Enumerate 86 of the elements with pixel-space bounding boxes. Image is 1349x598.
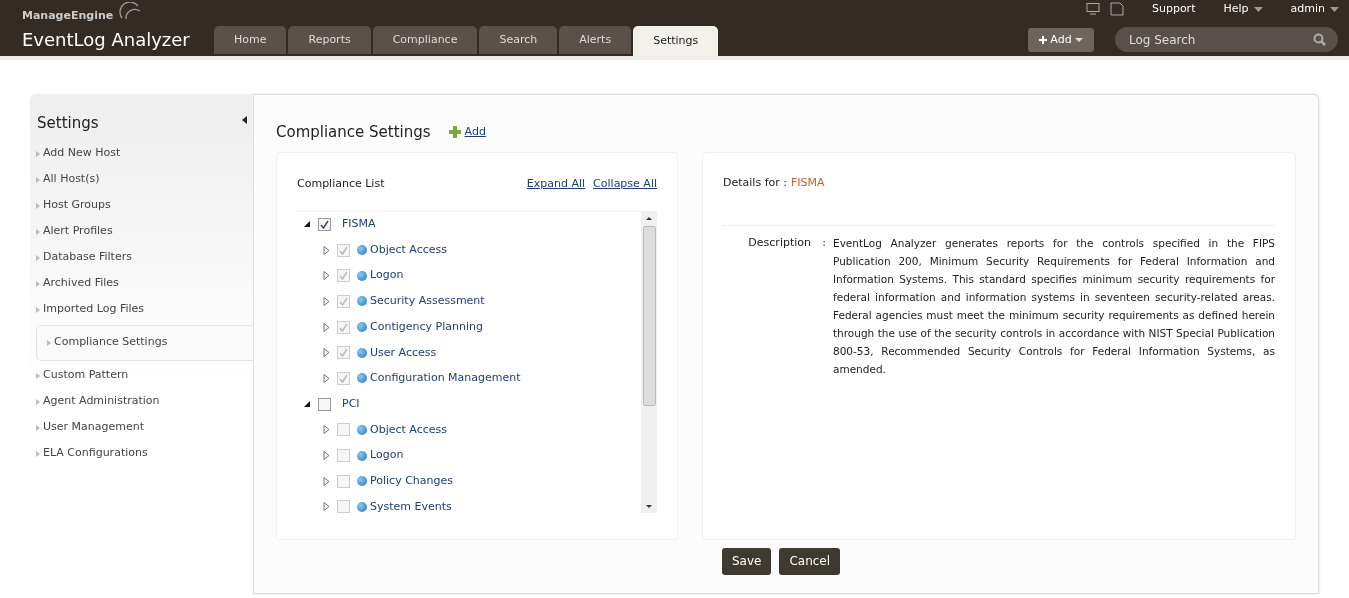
tree-node[interactable]: Contigency Planning	[303, 314, 635, 340]
description-label: Description	[747, 234, 812, 251]
product-title: EventLog Analyzer	[22, 28, 190, 52]
nav-tab[interactable]: Settings	[633, 26, 719, 56]
separator: :	[821, 234, 827, 251]
plus-icon	[448, 126, 461, 139]
checkbox[interactable]	[337, 243, 350, 257]
tree-node[interactable]: Logon	[303, 262, 635, 289]
tree-node[interactable]: FISMA	[303, 211, 635, 238]
nav-tab[interactable]: Home	[214, 26, 287, 54]
log-search-field[interactable]: Log Search	[1115, 27, 1338, 52]
collapse-icon[interactable]	[242, 116, 247, 124]
checkbox[interactable]	[337, 449, 350, 463]
sidebar-item[interactable]: Database Filters	[36, 244, 253, 271]
expand-toggle-icon[interactable]	[323, 271, 330, 281]
checkbox[interactable]	[337, 346, 350, 360]
tree-node[interactable]: Object Access	[303, 237, 635, 263]
sidebar-item[interactable]: Alert Profiles	[36, 218, 253, 245]
sidebar-item[interactable]: ELA Configurations	[36, 440, 253, 467]
tree-node[interactable]: Logon	[303, 442, 635, 469]
top-link[interactable]: Help	[1223, 2, 1249, 15]
checkbox[interactable]	[337, 320, 350, 334]
sidebar-item[interactable]: Archived Files	[36, 270, 253, 297]
details-label: Details for :	[723, 174, 787, 191]
sidebar-item[interactable]: Host Groups	[36, 192, 253, 219]
sidebar-item[interactable]: Imported Log Files	[36, 296, 253, 323]
monitor-icon[interactable]	[1085, 3, 1100, 16]
nav-tab[interactable]: Alerts	[559, 26, 632, 54]
cancel-button[interactable]: Cancel	[779, 547, 841, 575]
sidebar-title: Settings	[37, 113, 100, 134]
tree-node[interactable]: Security Assessment	[303, 288, 635, 315]
scrollbar[interactable]	[641, 211, 657, 513]
expand-toggle-icon[interactable]	[323, 476, 330, 486]
checkbox[interactable]	[337, 294, 350, 308]
expand-toggle-icon[interactable]	[323, 425, 330, 435]
tree-node[interactable]: Object Access	[303, 417, 635, 443]
checkbox[interactable]	[337, 474, 350, 488]
tree-node[interactable]: System Events	[303, 494, 635, 513]
add-menu-button[interactable]: Add	[1028, 28, 1094, 52]
expand-toggle-icon[interactable]	[323, 245, 330, 255]
expand-toggle-icon[interactable]	[323, 296, 330, 306]
top-link[interactable]: admin	[1290, 2, 1325, 15]
expand-toggle-icon[interactable]	[303, 400, 311, 409]
list-title: Compliance List	[297, 175, 385, 192]
checkbox[interactable]	[337, 500, 350, 513]
document-icon[interactable]	[1109, 2, 1124, 17]
expand-toggle-icon[interactable]	[303, 220, 311, 229]
expand-toggle-icon[interactable]	[323, 502, 330, 512]
expand-toggle-icon[interactable]	[323, 373, 330, 383]
nav-tab[interactable]: Reports	[288, 26, 371, 54]
add-link[interactable]: Add	[464, 124, 486, 141]
details-name: FISMA	[790, 174, 825, 191]
checkbox[interactable]	[337, 269, 350, 283]
sidebar-item[interactable]: Add New Host	[36, 140, 253, 167]
expand-all-link[interactable]: Expand All	[526, 175, 586, 192]
tree-node[interactable]: PCI	[303, 391, 635, 417]
checkbox[interactable]	[318, 397, 331, 411]
search-icon[interactable]	[1313, 33, 1326, 46]
expand-toggle-icon[interactable]	[323, 451, 330, 461]
sidebar-item[interactable]: Agent Administration	[36, 388, 253, 415]
expand-toggle-icon[interactable]	[323, 322, 330, 332]
brand-name: ManageEngine	[22, 8, 114, 24]
logo-arcs-icon	[118, 2, 142, 20]
collapse-all-link[interactable]: Collapse All	[593, 175, 657, 192]
page-title: Compliance Settings	[276, 122, 431, 143]
save-button[interactable]: Save	[721, 547, 772, 575]
caret-icon	[1075, 37, 1084, 42]
sidebar-item[interactable]: Compliance Settings	[36, 324, 253, 361]
scroll-thumb[interactable]	[642, 225, 656, 406]
checkbox[interactable]	[337, 423, 350, 437]
expand-toggle-icon[interactable]	[323, 348, 330, 358]
top-link[interactable]: Support	[1151, 1, 1196, 18]
checkbox[interactable]	[318, 217, 331, 231]
checkbox[interactable]	[337, 371, 350, 385]
tree-node[interactable]: Policy Changes	[303, 468, 635, 495]
tree-node[interactable]: User Access	[303, 339, 635, 366]
sidebar-item[interactable]: All Host(s)	[36, 166, 253, 193]
tree-node[interactable]: Configuration Management	[303, 365, 635, 392]
nav-tab[interactable]: Compliance	[372, 26, 478, 54]
plus-icon	[1038, 35, 1047, 44]
sidebar-item[interactable]: Custom Pattern	[36, 362, 253, 389]
caret-icon	[1330, 6, 1339, 12]
description-text: EventLog Analyzer generates reports for the controls specified in the FIPS Publication 200, Minimum Security Requirements for Federal Information and Information Systems. This standard specifies minimum security requirements for federal information and information systems in seventeen security-related areas. Federal agencies must meet the minimum security requirements as defined herein through the use of the security controls in accordance with NIST Special Publication 800-53, Recommended Security Controls for Federal Information Systems, as amended.	[833, 235, 1275, 377]
caret-icon	[1253, 6, 1263, 12]
sidebar-item[interactable]: User Management	[36, 414, 253, 441]
nav-tab[interactable]: Search	[479, 26, 558, 54]
